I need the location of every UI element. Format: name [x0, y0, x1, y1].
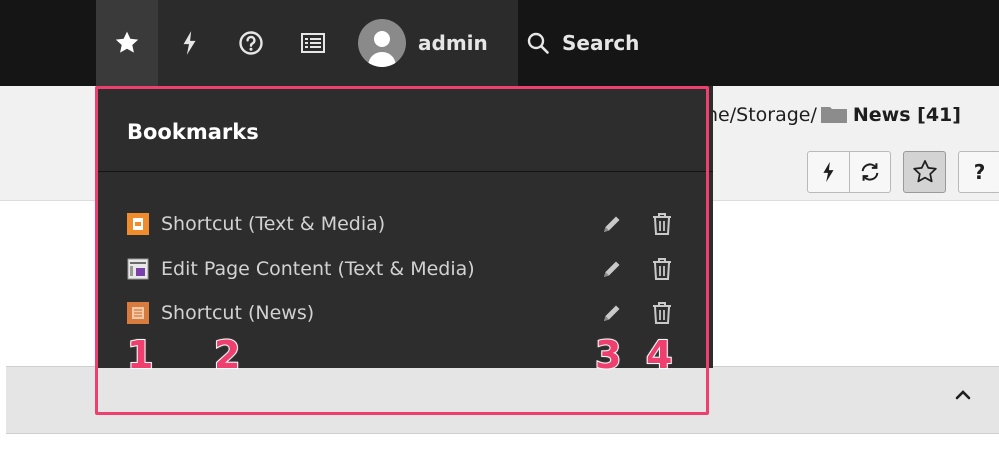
bookmark-label: Shortcut (Text & Media): [161, 213, 386, 235]
shortcut-page-icon: [127, 213, 149, 235]
breadcrumb: ne/Storage/News [41]: [706, 104, 961, 126]
user-avatar-icon: [368, 31, 396, 67]
refresh-icon: [861, 163, 879, 181]
annotation-number: 3: [594, 332, 622, 378]
edit-bookmark-button[interactable]: [597, 298, 627, 328]
page-title: News [41]: [852, 104, 961, 126]
folder-icon: [820, 107, 847, 123]
trash-icon: [653, 213, 671, 235]
dropdown-divider: [96, 171, 713, 172]
username: admin: [418, 31, 488, 55]
edit-bookmark-button[interactable]: [597, 209, 627, 239]
toolbar: admin: [96, 0, 518, 86]
delete-bookmark-button[interactable]: [647, 209, 677, 239]
breadcrumb-path: ne/Storage/: [706, 104, 817, 126]
reload-button[interactable]: [848, 152, 891, 192]
pencil-icon: [604, 216, 620, 232]
edit-bookmark-button[interactable]: [597, 254, 627, 284]
chevron-up-icon[interactable]: [954, 389, 972, 401]
help-docheader-button[interactable]: ?: [958, 151, 999, 193]
bookmark-label: Edit Page Content (Text & Media): [161, 258, 475, 280]
bookmark-label: Shortcut (News): [161, 302, 315, 324]
trash-icon: [653, 302, 671, 324]
flash-icon: [823, 161, 834, 183]
bookmark-actions: [597, 209, 677, 239]
edit-content-icon: [127, 258, 149, 280]
annotation-number: 4: [645, 332, 673, 378]
bookmark-actions: [597, 298, 677, 328]
flash-icon: [183, 31, 196, 55]
delete-bookmark-button[interactable]: [647, 298, 677, 328]
delete-bookmark-button[interactable]: [647, 254, 677, 284]
search-icon: [527, 32, 549, 54]
clear-page-cache-button[interactable]: [808, 152, 849, 192]
add-bookmark-button[interactable]: [903, 151, 946, 193]
pencil-icon: [604, 305, 620, 321]
annotation-number: 1: [126, 332, 154, 378]
bookmark-item[interactable]: Edit Page Content (Text & Media): [127, 252, 712, 286]
bookmark-toolbar-button[interactable]: [96, 0, 158, 86]
annotation-number: 2: [213, 332, 241, 378]
clear-cache-button[interactable]: [158, 0, 220, 86]
bookmark-actions: [597, 254, 677, 284]
trash-icon: [653, 258, 671, 280]
user-menu-button[interactable]: admin: [358, 0, 518, 86]
bookmarks-title: Bookmarks: [127, 120, 259, 144]
topbar-left-area: [0, 0, 96, 86]
avatar: [358, 19, 406, 67]
top-bar: admin Search: [0, 0, 999, 86]
star-outline-icon: [912, 160, 937, 183]
system-info-button[interactable]: [282, 0, 344, 86]
search-button[interactable]: Search: [526, 0, 639, 86]
docheader-button-group: [807, 151, 891, 193]
star-icon: [115, 31, 139, 53]
help-icon: [239, 31, 263, 55]
bookmarks-dropdown: Bookmarks Shortcut (Text & Media) Edit P…: [96, 86, 713, 368]
search-label: Search: [562, 31, 640, 55]
list-icon: [301, 33, 325, 53]
shortcut-news-icon: [127, 302, 149, 324]
bookmark-item[interactable]: Shortcut (Text & Media): [127, 207, 712, 241]
bookmark-item[interactable]: Shortcut (News): [127, 296, 712, 330]
help-button[interactable]: [220, 0, 282, 86]
pencil-icon: [604, 261, 620, 277]
content-panel-header: [6, 366, 999, 434]
